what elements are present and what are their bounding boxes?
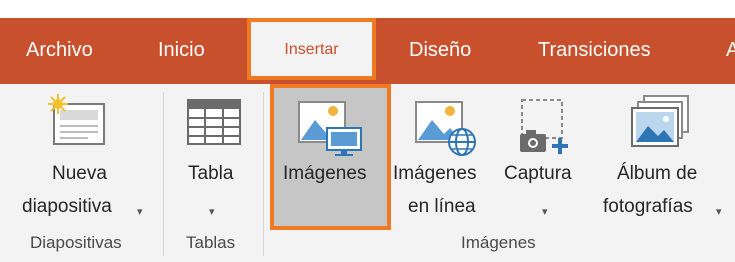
tab-archivo[interactable]: Archivo <box>26 18 93 84</box>
chevron-down-icon[interactable]: ▾ <box>137 205 143 218</box>
new-slide-label: Nueva <box>52 163 107 184</box>
online-pictures-label: Imágenes <box>393 163 477 184</box>
photo-album-button[interactable] <box>630 94 694 157</box>
photo-album-label: Álbum de <box>617 163 698 184</box>
chevron-down-icon[interactable]: ▾ <box>209 205 215 218</box>
tab-inicio[interactable]: Inicio <box>158 18 205 84</box>
online-pictures-label-2: en línea <box>408 196 476 217</box>
table-icon <box>187 99 241 145</box>
table-label: Tabla <box>188 163 234 184</box>
screenshot-icon <box>520 99 568 154</box>
group-separator <box>263 92 264 256</box>
chevron-down-icon[interactable]: ▾ <box>716 205 722 218</box>
tab-insertar[interactable]: Insertar <box>247 18 376 80</box>
online-pictures-button[interactable] <box>414 98 480 163</box>
photo-album-label-2: fotografías <box>603 196 693 217</box>
tab-transiciones[interactable]: Transiciones <box>538 18 651 84</box>
group-label-tablas: Tablas <box>186 233 236 252</box>
photo-album-icon <box>631 95 689 147</box>
screenshot-label: Captura <box>504 163 572 184</box>
tab-diseno[interactable]: Diseño <box>409 18 471 84</box>
pictures-label: Imágenes <box>283 163 367 184</box>
pictures-icon <box>298 101 362 156</box>
group-label-imagenes: Imágenes <box>461 233 536 252</box>
pictures-icon-wrap <box>297 98 365 163</box>
online-pictures-icon <box>415 101 476 156</box>
chevron-down-icon[interactable]: ▾ <box>542 205 548 218</box>
new-slide-button[interactable] <box>48 94 112 153</box>
tab-cut-off[interactable]: A <box>726 18 735 84</box>
table-button[interactable] <box>186 98 242 153</box>
group-label-diapositivas: Diapositivas <box>30 233 122 252</box>
group-separator <box>163 92 164 256</box>
screenshot-button[interactable] <box>516 96 578 163</box>
new-slide-icon <box>48 94 105 145</box>
new-slide-label-2: diapositiva <box>22 196 112 217</box>
